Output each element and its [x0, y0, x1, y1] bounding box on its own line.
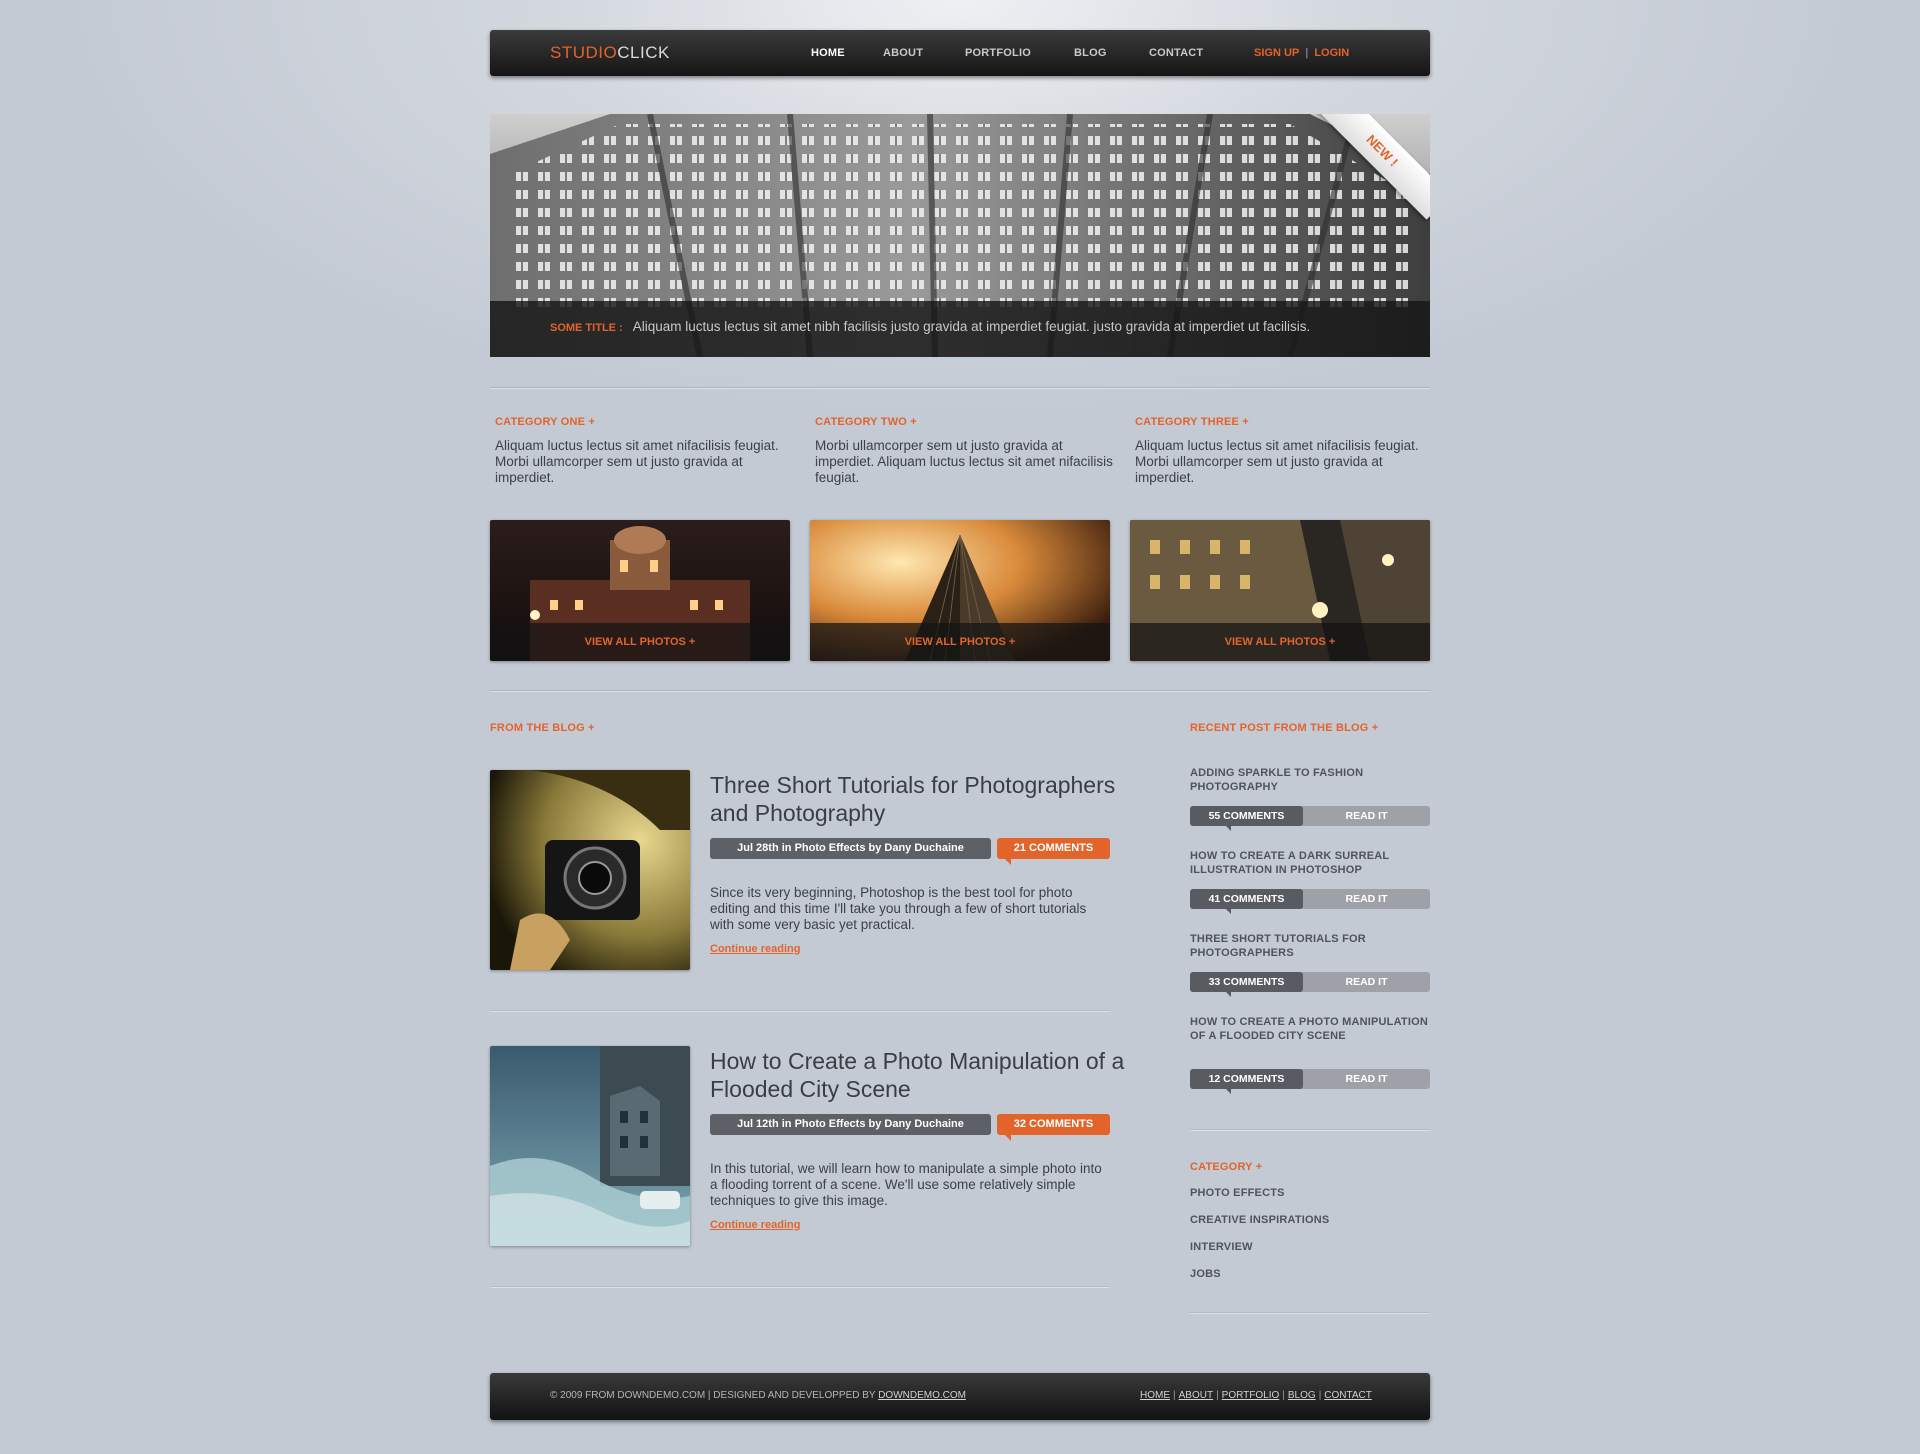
- recent-posts-label[interactable]: RECENT POST FROM THE BLOG +: [1190, 722, 1378, 734]
- recent-post-comments[interactable]: 55 COMMENTS: [1190, 806, 1303, 831]
- recent-post-title[interactable]: THREE SHORT TUTORIALS FOR PHOTOGRAPHERS: [1190, 932, 1430, 960]
- footer-separator: |: [1282, 1390, 1285, 1401]
- post-excerpt: Since its very beginning, Photoshop is t…: [710, 885, 1087, 932]
- divider: [490, 387, 1430, 389]
- category-link-interview[interactable]: INTERVIEW: [1190, 1241, 1253, 1253]
- footer-bar: © 2009 FROM DOWNDEMO.COM | DESIGNED AND …: [490, 1373, 1430, 1420]
- copyright: © 2009 FROM DOWNDEMO.COM | DESIGNED AND …: [550, 1390, 966, 1401]
- footer-separator: |: [1173, 1390, 1176, 1401]
- signup-link[interactable]: SIGN UP: [1254, 47, 1299, 59]
- divider: [490, 690, 1430, 692]
- recent-post-title[interactable]: HOW TO CREATE A PHOTO MANIPULATION OF A …: [1190, 1015, 1430, 1043]
- read-it-button[interactable]: READ IT: [1303, 1069, 1430, 1089]
- post-meta: Jul 12th in Photo Effects by Dany Duchai…: [710, 1114, 991, 1135]
- category-two: CATEGORY TWO + Morbi ullamcorper sem ut …: [815, 416, 1115, 486]
- hero-caption-bar: SOME TITLE : Aliquam luctus lectus sit am…: [490, 301, 1430, 357]
- auth-separator: |: [1305, 47, 1309, 59]
- post-comments-badge[interactable]: 21 COMMENTS: [997, 838, 1110, 865]
- recent-post-title[interactable]: ADDING SPARKLE TO FASHION PHOTOGRAPHY: [1190, 766, 1430, 794]
- designer-link[interactable]: DOWNDEMO.COM: [878, 1390, 966, 1401]
- post-comments-badge[interactable]: 32 COMMENTS: [997, 1114, 1110, 1141]
- post-divider: [490, 1010, 1110, 1012]
- category-three: CATEGORY THREE + Aliquam luctus lectus s…: [1135, 416, 1435, 486]
- post-excerpt: In this tutorial, we will learn how to m…: [710, 1161, 1102, 1208]
- nav-about[interactable]: ABOUT: [883, 47, 923, 59]
- recent-post-actions: 55 COMMENTS READ IT: [1190, 806, 1430, 831]
- category-three-text: Aliquam luctus lectus sit amet nifacilis…: [1135, 438, 1419, 485]
- login-link[interactable]: LOGIN: [1314, 47, 1349, 59]
- category-label[interactable]: CATEGORY +: [1190, 1161, 1262, 1173]
- footer-link-blog[interactable]: BLOG: [1288, 1390, 1316, 1401]
- footer-link-about[interactable]: ABOUT: [1179, 1390, 1213, 1401]
- category-two-thumbnail[interactable]: VIEW ALL PHOTOS +: [810, 520, 1110, 661]
- footer-separator: |: [1318, 1390, 1322, 1401]
- view-all-photos-link[interactable]: VIEW ALL PHOTOS +: [1130, 623, 1430, 661]
- recent-post-comments[interactable]: 12 COMMENTS: [1190, 1069, 1303, 1094]
- hero-caption: SOME TITLE : Aliquam luctus lectus sit am…: [550, 319, 1310, 334]
- recent-post-comments[interactable]: 33 COMMENTS: [1190, 972, 1303, 997]
- page-wrapper: STUDIOCLICK HOME ABOUT PORTFOLIO BLOG CO…: [490, 0, 1430, 1454]
- recent-post-title[interactable]: HOW TO CREATE A DARK SURREAL ILLUSTRATIO…: [1190, 849, 1430, 877]
- header-bar: STUDIOCLICK HOME ABOUT PORTFOLIO BLOG CO…: [490, 30, 1430, 76]
- post-title[interactable]: Three Short Tutorials for Photographers …: [710, 771, 1130, 827]
- auth-links: SIGN UP | LOGIN: [1254, 47, 1349, 59]
- category-three-title[interactable]: CATEGORY THREE +: [1135, 416, 1435, 428]
- footer-link-home[interactable]: HOME: [1140, 1390, 1170, 1401]
- post-thumbnail[interactable]: [490, 1046, 690, 1246]
- photographer-camera-image: [490, 770, 690, 970]
- nav-portfolio[interactable]: PORTFOLIO: [965, 47, 1031, 59]
- category-one: CATEGORY ONE + Aliquam luctus lectus sit…: [495, 416, 795, 486]
- category-three-thumbnail[interactable]: VIEW ALL PHOTOS +: [1130, 520, 1430, 661]
- hero-caption-text: Aliquam luctus lectus sit amet nibh faci…: [632, 319, 1311, 334]
- nav-contact[interactable]: CONTACT: [1149, 47, 1203, 59]
- read-it-button[interactable]: READ IT: [1303, 972, 1430, 992]
- hero-slider[interactable]: NEW ! SOME TITLE : Aliquam luctus lectus …: [490, 114, 1430, 357]
- footer-link-portfolio[interactable]: PORTFOLIO: [1222, 1390, 1280, 1401]
- logo-part-click: CLICK: [617, 43, 670, 62]
- read-it-button[interactable]: READ IT: [1303, 889, 1430, 909]
- read-it-button[interactable]: READ IT: [1303, 806, 1430, 826]
- recent-post-actions: 41 COMMENTS READ IT: [1190, 889, 1430, 914]
- category-one-thumbnail[interactable]: VIEW ALL PHOTOS +: [490, 520, 790, 661]
- category-link-creative-inspirations[interactable]: CREATIVE INSPIRATIONS: [1190, 1214, 1329, 1226]
- footer-link-contact[interactable]: CONTACT: [1324, 1390, 1372, 1401]
- post-thumbnail[interactable]: [490, 770, 690, 970]
- logo-part-studio: STUDIO: [550, 43, 618, 62]
- post-title[interactable]: How to Create a Photo Manipulation of a …: [710, 1047, 1130, 1103]
- category-two-text: Morbi ullamcorper sem ut justo gravida a…: [815, 438, 1113, 485]
- footer-separator: |: [1216, 1390, 1219, 1401]
- copyright-text: © 2009 FROM DOWNDEMO.COM | DESIGNED AND …: [550, 1390, 876, 1401]
- nav-blog[interactable]: BLOG: [1074, 47, 1107, 59]
- post-divider: [490, 1286, 1110, 1288]
- from-the-blog-label[interactable]: FROM THE BLOG +: [490, 722, 595, 734]
- view-all-photos-link[interactable]: VIEW ALL PHOTOS +: [810, 623, 1110, 661]
- flooded-city-image: [490, 1046, 690, 1246]
- footer-nav: HOME | ABOUT | PORTFOLIO | BLOG | CONTACT: [1140, 1390, 1372, 1401]
- nav-home[interactable]: HOME: [811, 47, 845, 59]
- view-all-photos-link[interactable]: VIEW ALL PHOTOS +: [490, 623, 790, 661]
- category-two-title[interactable]: CATEGORY TWO +: [815, 416, 1115, 428]
- category-link-jobs[interactable]: JOBS: [1190, 1268, 1221, 1280]
- logo[interactable]: STUDIOCLICK: [550, 43, 670, 63]
- category-link-photo-effects[interactable]: PHOTO EFFECTS: [1190, 1187, 1285, 1199]
- recent-post-comments[interactable]: 41 COMMENTS: [1190, 889, 1303, 914]
- recent-post-actions: 33 COMMENTS READ IT: [1190, 972, 1430, 997]
- continue-reading-link[interactable]: Continue reading: [710, 1219, 800, 1231]
- category-one-title[interactable]: CATEGORY ONE +: [495, 416, 795, 428]
- sidebar-divider: [1190, 1312, 1430, 1314]
- post-meta: Jul 28th in Photo Effects by Dany Duchai…: [710, 838, 991, 859]
- continue-reading-link[interactable]: Continue reading: [710, 943, 800, 955]
- hero-caption-title: SOME TITLE :: [550, 322, 623, 334]
- sidebar-divider: [1190, 1129, 1430, 1131]
- recent-post-actions: 12 COMMENTS READ IT: [1190, 1069, 1430, 1094]
- category-one-text: Aliquam luctus lectus sit amet nifacilis…: [495, 438, 779, 485]
